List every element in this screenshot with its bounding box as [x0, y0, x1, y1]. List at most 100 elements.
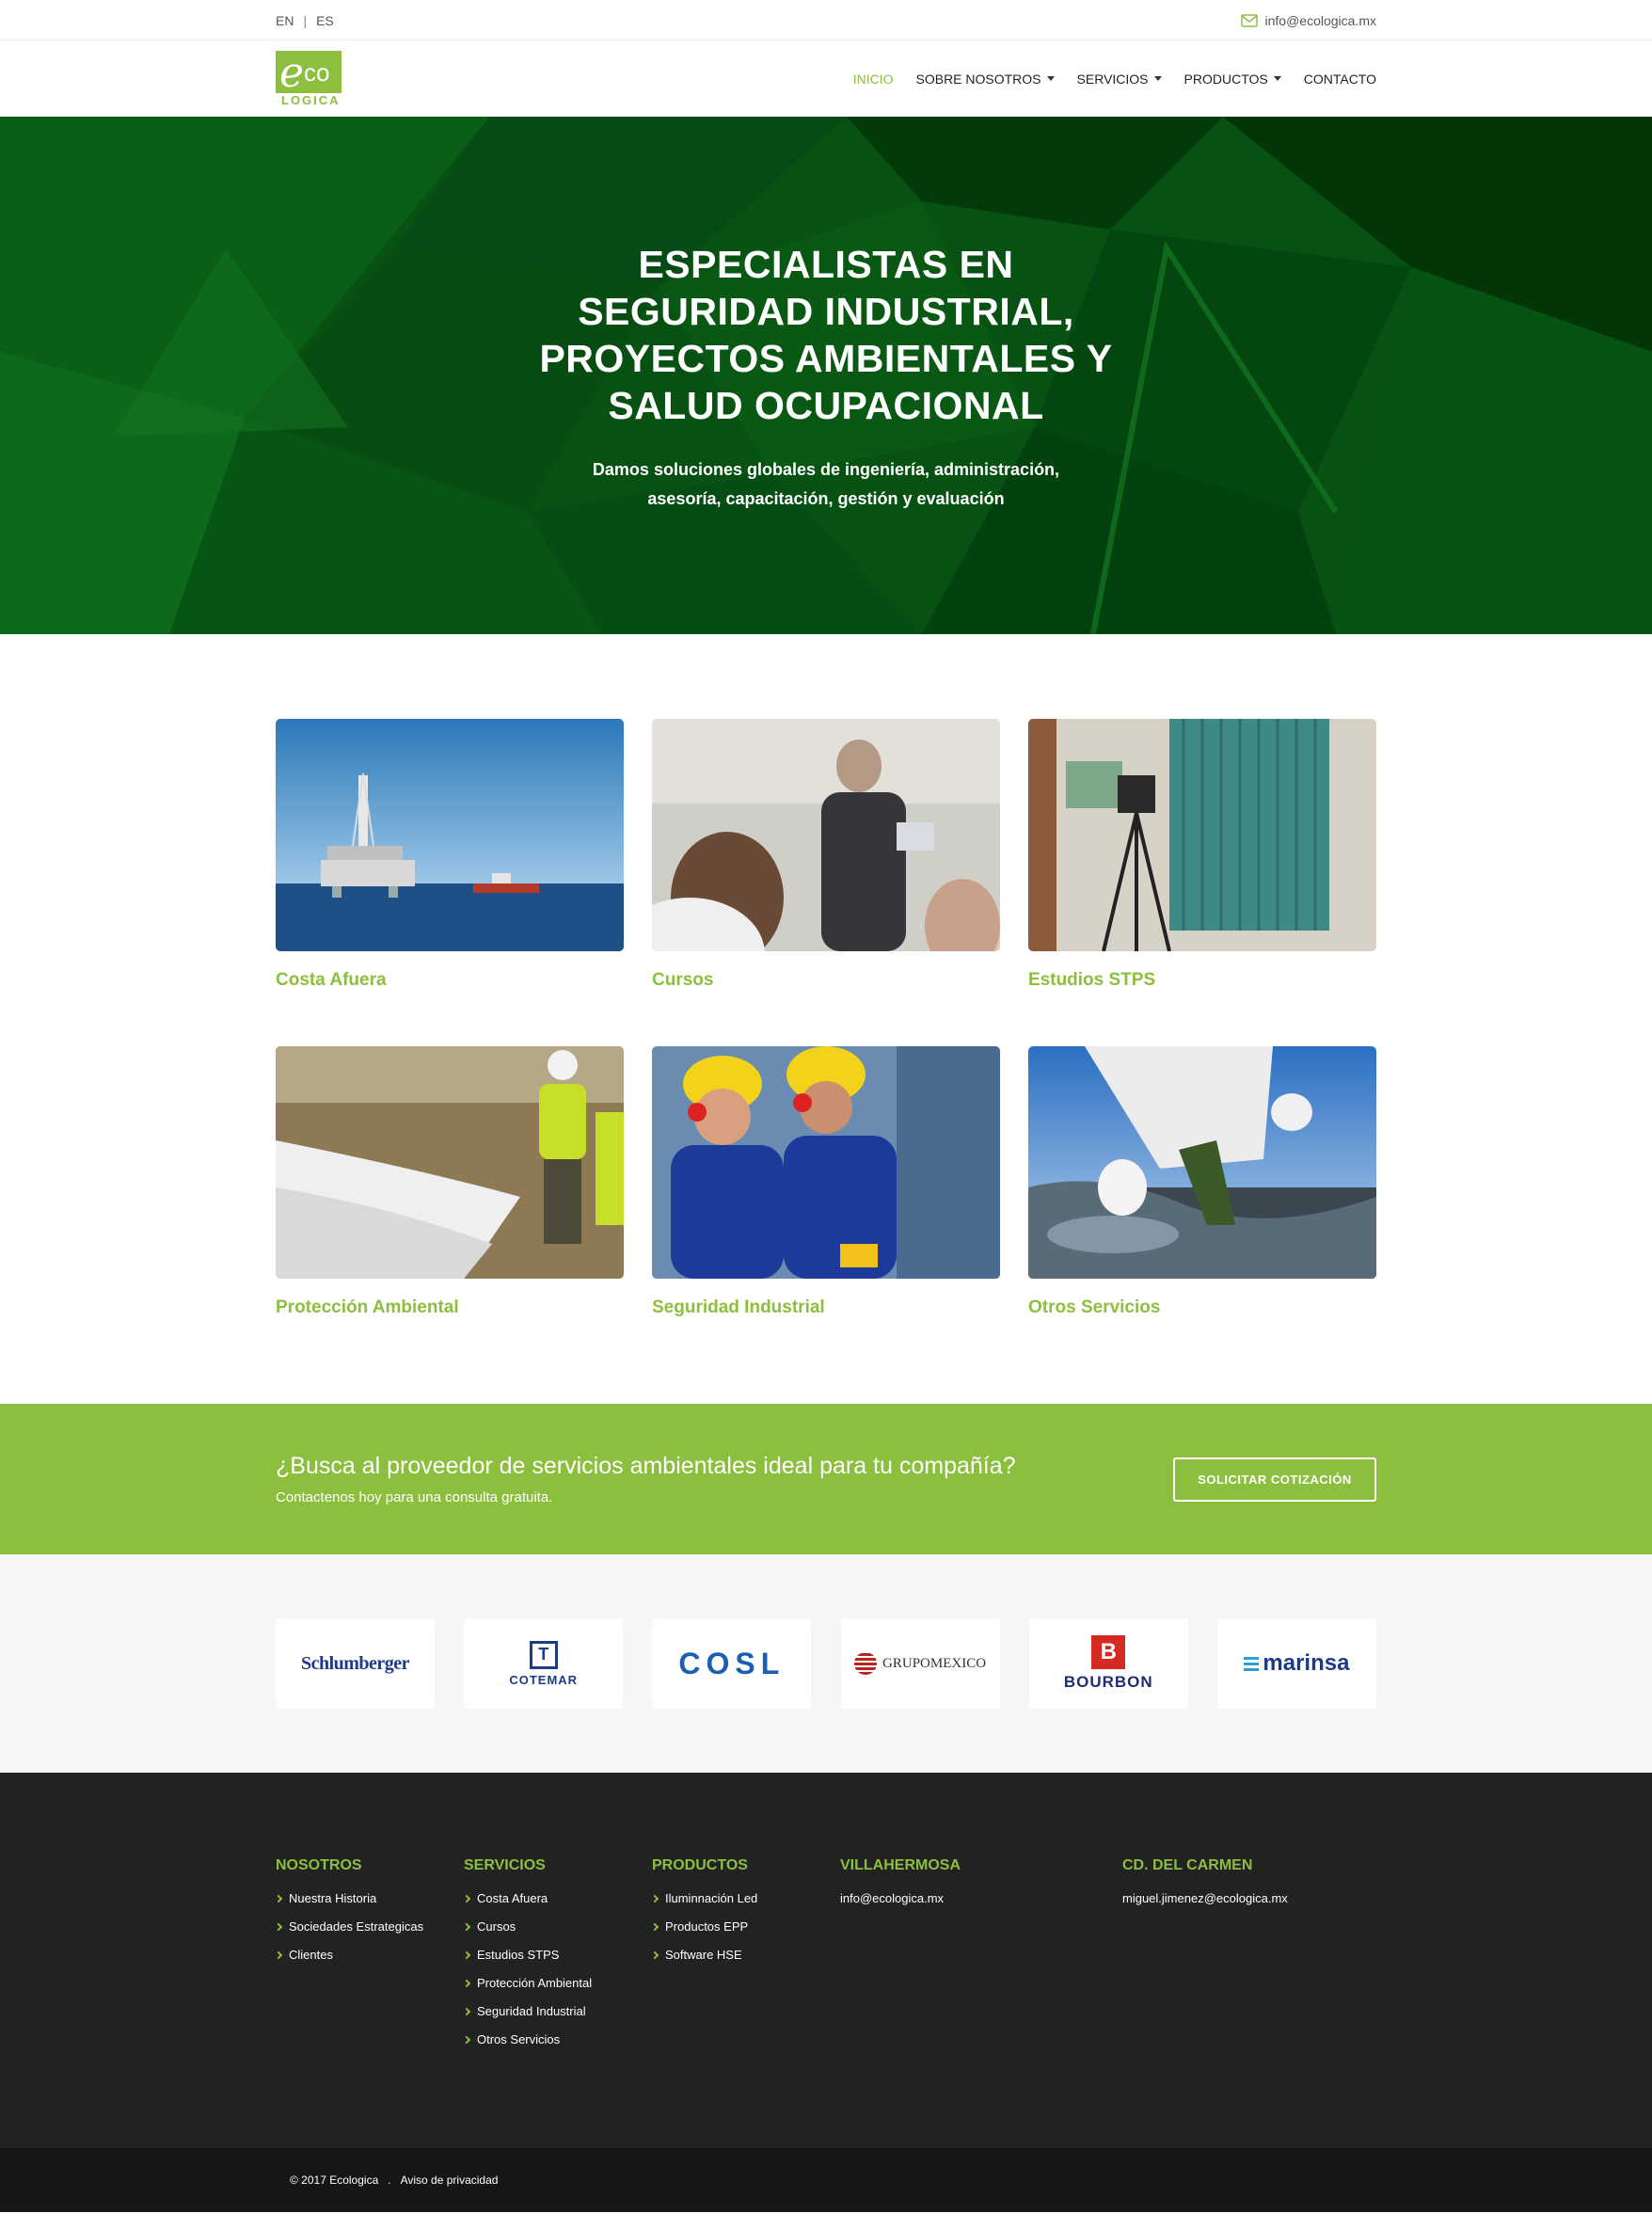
nav-label: CONTACTO — [1303, 71, 1376, 87]
top-bar: EN | ES info@ecologica.mx — [0, 0, 1652, 40]
classroom-image — [652, 719, 1000, 951]
footer-link[interactable]: Otros Servicios — [462, 2032, 652, 2046]
footer-col-nosotros: NOSOTROS Nuestra Historia Sociedades Est… — [274, 1857, 464, 2061]
footer-col-villahermosa: VILLAHERMOSA info@ecologica.mx — [840, 1857, 1122, 2061]
chevron-right-icon — [650, 1894, 659, 1903]
footer-link[interactable]: Software HSE — [650, 1948, 840, 1962]
carmen-email-link[interactable]: miguel.jimenez@ecologica.mx — [1122, 1891, 1376, 1905]
geomembrane-workers-image — [276, 1046, 624, 1279]
grupomexico-wordmark: GRUPOMEXICO — [882, 1655, 987, 1671]
nav-item-contacto[interactable]: CONTACTO — [1304, 72, 1376, 87]
marinsa-waves-icon — [1244, 1656, 1260, 1671]
privacy-link[interactable]: Aviso de privacidad — [401, 2173, 499, 2187]
caret-down-icon — [1046, 76, 1055, 81]
schlumberger-wordmark: Schlumberger — [300, 1652, 410, 1674]
caret-down-icon — [1153, 76, 1162, 81]
footer-link[interactable]: Productos EPP — [650, 1919, 840, 1934]
chevron-right-icon — [650, 1950, 659, 1959]
bourbon-wordmark: BOURBON — [1063, 1673, 1153, 1691]
hero-title: ESPECIALISTAS EN SEGURIDAD INDUSTRIAL, P… — [539, 243, 1113, 427]
footer-link-label: Protección Ambiental — [477, 1976, 593, 1990]
cta-title: ¿Busca al proveedor de servicios ambient… — [276, 1453, 1016, 1479]
lang-en-link[interactable]: EN — [276, 13, 294, 28]
request-quote-button[interactable]: SOLICITAR COTIZACIÓN — [1173, 1457, 1376, 1502]
top-email-link[interactable]: info@ecologica.mx — [1240, 12, 1377, 28]
nav-label: SERVICIOS — [1076, 71, 1149, 87]
footer-link-label: Costa Afuera — [477, 1891, 548, 1905]
service-title: Cursos — [652, 970, 714, 990]
footer-col-productos: PRODUCTOS Iluminnación Led Productos EPP… — [650, 1857, 840, 2061]
footer-link[interactable]: Costa Afuera — [462, 1891, 652, 1905]
client-logo-marinsa: marinsa — [1216, 1618, 1376, 1709]
service-card-costa-afuera[interactable]: Costa Afuera — [276, 719, 624, 1046]
industrial-workers-image — [652, 1046, 1000, 1279]
cosl-wordmark: COSL — [678, 1646, 786, 1680]
service-card-cursos[interactable]: Cursos — [652, 719, 1000, 1046]
service-card-proteccion-ambiental[interactable]: Protección Ambiental — [276, 1046, 624, 1374]
client-logo-grupomexico: GRUPOMEXICO — [840, 1618, 1000, 1709]
footer-link[interactable]: Clientes — [274, 1948, 464, 1962]
footer-link-label: Software HSE — [665, 1948, 742, 1962]
nav-label: SOBRE NOSOTROS — [915, 71, 1041, 87]
service-title: Costa Afuera — [276, 970, 387, 990]
footer-col-servicios: SERVICIOS Costa Afuera Cursos Estudios S… — [462, 1857, 652, 2061]
nav-item-sobre-nosotros[interactable]: SOBRE NOSOTROS — [916, 72, 1055, 87]
top-email-text: info@ecologica.mx — [1264, 12, 1377, 28]
hero-banner: ESPECIALISTAS EN SEGURIDAD INDUSTRIAL, P… — [0, 117, 1652, 634]
footer-link-label: Cursos — [477, 1919, 516, 1934]
footer-heading: PRODUCTOS — [652, 1857, 748, 1873]
copyright-text: © 2017 Ecologica — [290, 2173, 379, 2187]
footer-link[interactable]: Sociedades Estrategicas — [274, 1919, 464, 1934]
main-menu: INICIO SOBRE NOSOTROS SERVICIOS PRODUCTO… — [853, 72, 1376, 87]
copyright-bar: © 2017 Ecologica . Aviso de privacidad — [0, 2148, 1652, 2212]
footer-col-carmen: CD. DEL CARMEN miguel.jimenez@ecologica.… — [1122, 1857, 1376, 2061]
chevron-right-icon — [462, 1950, 471, 1959]
footer-heading: NOSOTROS — [276, 1857, 362, 1873]
footer-link-label: Nuestra Historia — [289, 1891, 377, 1905]
service-card-otros-servicios[interactable]: Otros Servicios — [1028, 1046, 1376, 1374]
service-title: Otros Servicios — [1028, 1298, 1161, 1317]
nav-label: INICIO — [852, 71, 894, 87]
main-navbar: e co LOGICA INICIO SOBRE NOSOTROS SERVIC… — [0, 40, 1652, 117]
service-card-seguridad-industrial[interactable]: Seguridad Industrial — [652, 1046, 1000, 1374]
logo-co: co — [304, 57, 330, 87]
service-card-estudios-stps[interactable]: Estudios STPS — [1028, 719, 1376, 1046]
chevron-right-icon — [462, 2035, 471, 2044]
cotemar-t-icon: T — [529, 1640, 558, 1669]
footer-link-label: Sociedades Estrategicas — [289, 1919, 424, 1934]
footer-heading: VILLAHERMOSA — [840, 1857, 961, 1873]
service-title: Protección Ambiental — [276, 1298, 459, 1317]
sampling-water-image — [1028, 1046, 1376, 1279]
marinsa-wordmark: marinsa — [1263, 1650, 1350, 1676]
nav-item-inicio[interactable]: INICIO — [853, 72, 894, 87]
nav-item-servicios[interactable]: SERVICIOS — [1077, 72, 1162, 87]
footer-link[interactable]: Cursos — [462, 1919, 652, 1934]
ecologica-logo[interactable]: e co LOGICA — [276, 50, 342, 107]
footer-link-label: Seguridad Industrial — [477, 2004, 586, 2018]
service-title: Seguridad Industrial — [652, 1298, 825, 1317]
cotemar-wordmark: COTEMAR — [509, 1672, 579, 1687]
footer-link-label: Productos EPP — [665, 1919, 749, 1934]
footer-link[interactable]: Nuestra Historia — [274, 1891, 464, 1905]
chevron-right-icon — [462, 1922, 471, 1931]
nav-item-productos[interactable]: PRODUCTOS — [1184, 72, 1281, 87]
cta-subtitle: Contactenos hoy para una consulta gratui… — [276, 1489, 553, 1505]
footer-link[interactable]: Seguridad Industrial — [462, 2004, 652, 2018]
language-switcher: EN | ES — [276, 13, 334, 28]
logo-word: LOGICA — [281, 92, 341, 107]
footer-link[interactable]: Protección Ambiental — [462, 1976, 652, 1990]
lang-es-link[interactable]: ES — [316, 13, 334, 28]
grupomexico-globe-icon — [854, 1652, 878, 1675]
site-footer: NOSOTROS Nuestra Historia Sociedades Est… — [0, 1773, 1652, 2148]
client-logo-bourbon: B BOURBON — [1028, 1618, 1188, 1709]
footer-link[interactable]: Estudios STPS — [462, 1948, 652, 1962]
footer-heading: SERVICIOS — [464, 1857, 546, 1873]
hero-subtitle: Damos soluciones globales de ingeniería,… — [592, 460, 1060, 508]
bourbon-b-icon: B — [1091, 1635, 1126, 1669]
chevron-right-icon — [274, 1950, 283, 1959]
footer-link[interactable]: Iluminnación Led — [650, 1891, 840, 1905]
footer-link-label: Clientes — [289, 1948, 333, 1962]
villahermosa-email-link[interactable]: info@ecologica.mx — [840, 1891, 1122, 1905]
lang-separator: | — [303, 12, 308, 28]
client-logo-cosl: COSL — [652, 1618, 812, 1709]
